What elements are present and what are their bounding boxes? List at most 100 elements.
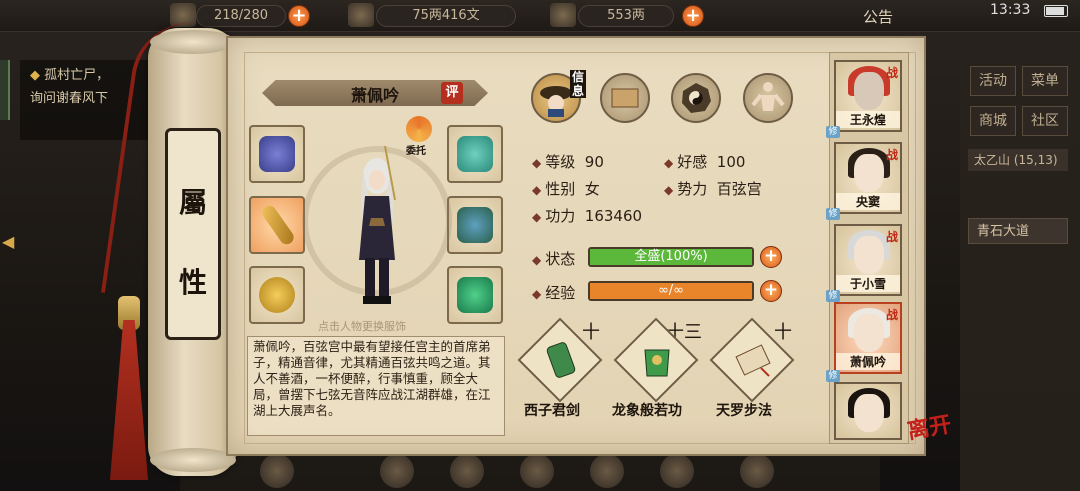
- left-edge-tab[interactable]: [0, 60, 10, 120]
- sword-item-icon: [259, 202, 297, 248]
- member-3-face: [854, 236, 884, 274]
- commission-label: 委托: [406, 146, 426, 157]
- state-add-button[interactable]: +: [760, 246, 782, 268]
- member-2-name: 央窦: [836, 193, 900, 210]
- skill-3-level: 十: [774, 322, 792, 343]
- member-3-cultivate-tag: 修: [826, 290, 840, 302]
- favor-value: 100: [716, 153, 746, 171]
- member-3-battle-tag: 战: [885, 230, 898, 244]
- member-5-face: [854, 394, 884, 432]
- shop-button[interactable]: 商城: [970, 106, 1016, 136]
- member-2-face: [854, 154, 884, 192]
- member-1-face: [854, 72, 884, 110]
- power-value: 163460: [584, 207, 643, 225]
- member-3-name: 于小雪: [836, 275, 900, 292]
- skill-1-name: 西子君剑: [524, 403, 580, 419]
- stamina-value: 218/280: [196, 5, 286, 27]
- armor-item-icon: [457, 207, 493, 243]
- tab-info-label: 信息: [570, 70, 586, 98]
- armor-skill-icon: [644, 349, 670, 377]
- menu-button[interactable]: 菜单: [1022, 66, 1068, 96]
- exp-add-button[interactable]: +: [760, 280, 782, 302]
- equip-slot-accessory[interactable]: [447, 266, 503, 324]
- gold-icon: [550, 3, 576, 27]
- scroll-skill-icon: [735, 344, 771, 377]
- state-value: 全盛(100%): [634, 249, 708, 264]
- top-resource-bar: 218/280 + 75两416文 553两 + 公告 13:33: [0, 0, 1080, 32]
- community-button[interactable]: 社区: [1022, 106, 1068, 136]
- stat-faction: ◆ 势力 百弦宫: [664, 180, 762, 198]
- tab-meridian[interactable]: [743, 73, 793, 123]
- equip-slot-ring[interactable]: [249, 266, 305, 324]
- member-1-name: 王永煌: [836, 111, 900, 128]
- equip-slot-sword[interactable]: [249, 196, 305, 254]
- body-meridian-icon: [751, 82, 785, 111]
- ring-item-icon: [259, 277, 295, 313]
- equip-slot-hat[interactable]: [447, 125, 503, 183]
- team-member-4[interactable]: 战 萧佩吟: [834, 302, 902, 374]
- gender-value: 女: [584, 180, 600, 198]
- faction-value: 百弦宫: [716, 180, 762, 198]
- state-label: ◆ 状态: [532, 250, 576, 268]
- change-outfit-hint: 点击人物更换服饰: [318, 320, 406, 333]
- bagua-icon: [682, 83, 711, 113]
- exp-label: ◆ 经验: [532, 284, 576, 302]
- team-member-1[interactable]: 战 王永煌: [834, 60, 902, 132]
- stat-power: ◆ 功力 163460: [532, 207, 643, 225]
- attributes-title-plate: 屬 性: [165, 128, 221, 340]
- stamina-add-button[interactable]: +: [288, 5, 310, 27]
- battery-icon: [1044, 5, 1068, 17]
- character-description: 萧佩吟，百弦宫中最有望接任宫主的首席弟子，精通音律，尤其精通百弦共鸣之道。其人不…: [247, 336, 505, 436]
- gold-add-button[interactable]: +: [682, 5, 704, 27]
- toolbar-icon-4[interactable]: [520, 454, 554, 488]
- clock: 13:33: [990, 2, 1031, 18]
- toolbar-icon-2[interactable]: [380, 454, 414, 488]
- team-member-5[interactable]: [834, 382, 902, 440]
- skill-2-name: 龙象般若功: [612, 403, 682, 419]
- attr-title-char-1: 屬: [178, 186, 207, 219]
- road-label[interactable]: 青石大道: [968, 218, 1068, 244]
- member-4-face: [854, 314, 884, 352]
- gold-value: 553两: [578, 5, 674, 27]
- equip-slot-armor[interactable]: [447, 196, 503, 254]
- skill-1-level: 十: [582, 322, 600, 343]
- scroll-cap-top: [150, 30, 236, 54]
- toolbar-icon-5[interactable]: [590, 454, 624, 488]
- exp-bar: ∞/∞: [588, 281, 754, 301]
- level-value: 90: [584, 153, 604, 171]
- skill-3-name: 天罗步法: [716, 403, 772, 419]
- toolbar-icon-6[interactable]: [660, 454, 694, 488]
- member-4-name: 萧佩吟: [836, 353, 900, 370]
- team-member-3[interactable]: 战 于小雪: [834, 224, 902, 296]
- character-portrait[interactable]: [345, 140, 409, 310]
- exp-value: ∞/∞: [657, 283, 685, 298]
- member-4-cultivate-tag: 修: [826, 370, 840, 382]
- silver-icon: [348, 3, 374, 27]
- stat-favor: ◆ 好感 100: [664, 153, 746, 171]
- toolbar-icon-7[interactable]: [740, 454, 774, 488]
- stat-level: ◆ 等级 90: [532, 153, 604, 171]
- commission-icon[interactable]: [406, 116, 432, 142]
- left-arrow-icon[interactable]: ◀: [2, 232, 22, 252]
- member-2-battle-tag: 战: [885, 148, 898, 162]
- scroll-cap-bottom: [150, 448, 236, 472]
- member-4-battle-tag: 战: [885, 308, 898, 322]
- activity-button[interactable]: 活动: [970, 66, 1016, 96]
- team-member-2[interactable]: 战 央窦: [834, 142, 902, 214]
- right-menu-panel: 活动 菜单 商城 社区: [960, 60, 1080, 491]
- sword-scroll-icon: [546, 342, 576, 378]
- member-1-cultivate-tag: 修: [826, 126, 840, 138]
- evaluate-button[interactable]: 评: [441, 82, 463, 104]
- tab-taiji[interactable]: [671, 73, 721, 123]
- hat-item-icon: [457, 136, 493, 172]
- location-label: 太乙山 (15,13): [968, 149, 1068, 171]
- stat-gender: ◆ 性别 女: [532, 180, 600, 198]
- member-1-battle-tag: 战: [885, 66, 898, 80]
- equip-slot-weapon[interactable]: [249, 125, 305, 183]
- notice-button[interactable]: 公告: [863, 6, 893, 27]
- attr-title-char-2: 性: [178, 266, 207, 299]
- toolbar-icon-1[interactable]: [260, 454, 294, 488]
- scroll-map-icon: [611, 88, 639, 108]
- tab-manual[interactable]: [600, 73, 650, 123]
- toolbar-icon-3[interactable]: [450, 454, 484, 488]
